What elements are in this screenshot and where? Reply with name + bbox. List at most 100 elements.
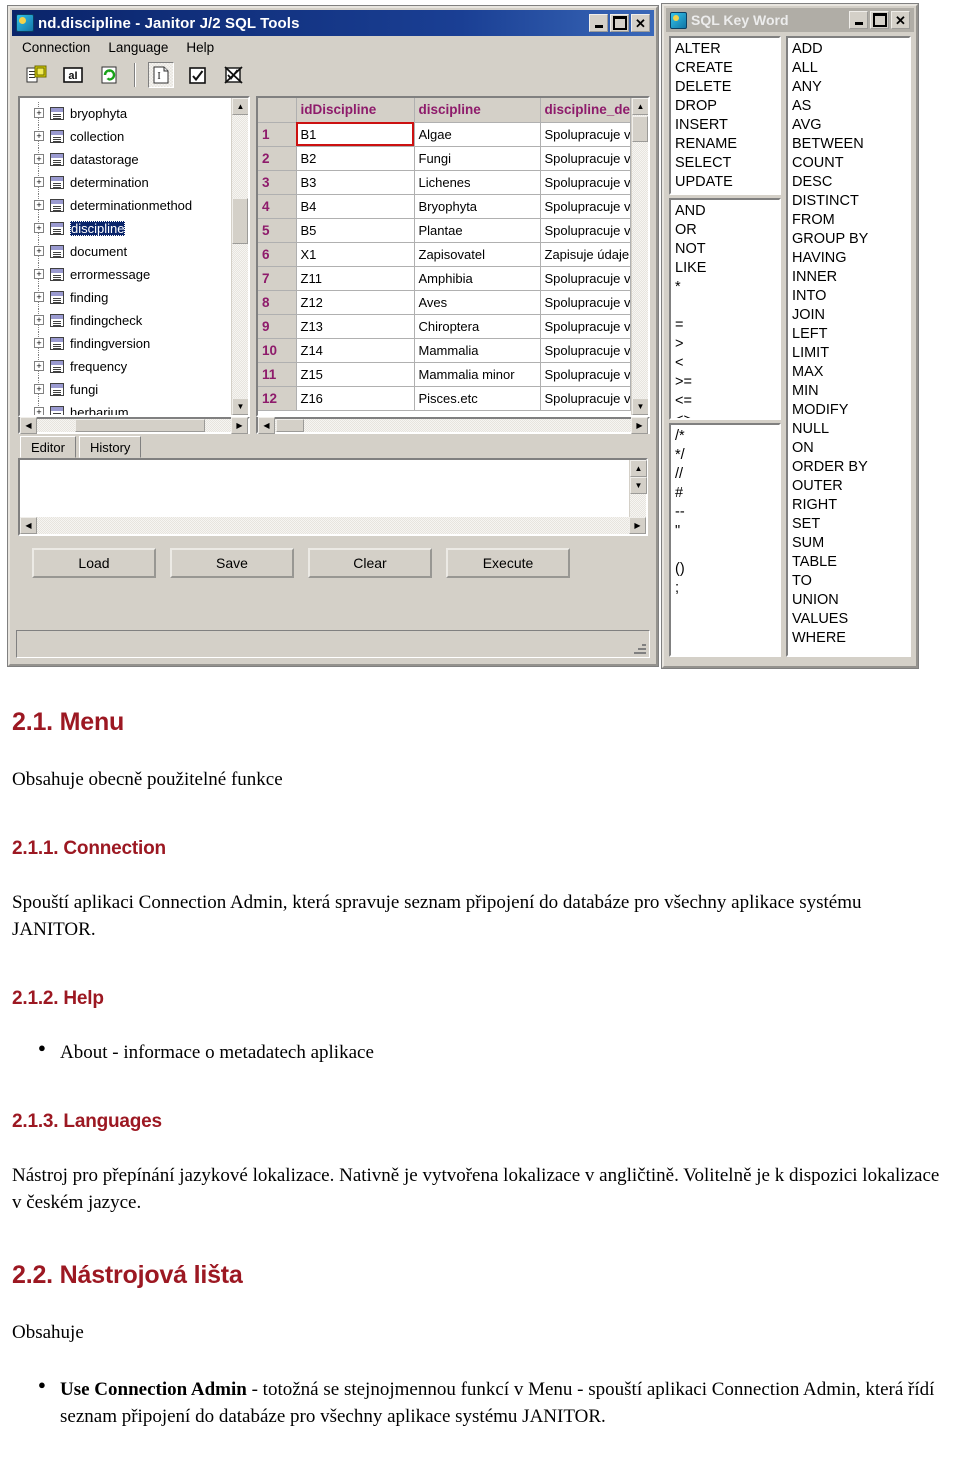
scroll-right-arrow[interactable]: ▶ <box>629 517 646 534</box>
keyword-close-button[interactable]: ✕ <box>891 11 910 29</box>
row-number[interactable]: 4 <box>258 194 297 219</box>
tree-vertical-scrollbar[interactable]: ▲ ▼ <box>231 98 248 415</box>
symbol-item[interactable]: ; <box>675 579 775 598</box>
symbol-item[interactable]: /* <box>675 427 775 446</box>
keyword-item[interactable]: LEFT <box>792 325 905 344</box>
tree-item-finding[interactable]: + finding <box>24 286 231 309</box>
operator-item[interactable]: = <box>675 316 775 335</box>
tree-item-frequency[interactable]: + frequency <box>24 355 231 378</box>
grid-cell[interactable]: Spolupracuje v <box>540 194 631 219</box>
operator-item[interactable] <box>675 297 775 316</box>
keyword-item[interactable]: AVG <box>792 116 905 135</box>
tree-item-datastorage[interactable]: + datastorage <box>24 148 231 171</box>
sql-keywords-list[interactable]: ADD ALL ANY AS AVG BETWEEN COUNT DESC DI… <box>786 36 911 657</box>
keyword-item[interactable]: OUTER <box>792 477 905 496</box>
row-number[interactable]: 3 <box>258 170 297 195</box>
cancel-check-icon[interactable] <box>220 62 246 88</box>
grid-cell[interactable]: B1 <box>296 122 415 147</box>
scroll-right-arrow[interactable]: ▶ <box>231 417 248 434</box>
scroll-down-arrow[interactable]: ▼ <box>632 398 648 415</box>
row-number[interactable]: 9 <box>258 314 297 339</box>
grid-corner-cell[interactable] <box>258 98 297 123</box>
row-number[interactable]: 6 <box>258 242 297 267</box>
keyword-item[interactable]: ALL <box>792 59 905 78</box>
keyword-item[interactable]: AS <box>792 97 905 116</box>
symbol-item[interactable]: " <box>675 522 775 541</box>
grid-cell[interactable]: B3 <box>296 170 415 195</box>
keyword-item[interactable]: RIGHT <box>792 496 905 515</box>
minimize-button[interactable] <box>589 14 608 32</box>
operator-item[interactable]: > <box>675 335 775 354</box>
tab-history[interactable]: History <box>78 436 142 458</box>
keyword-item[interactable]: ANY <box>792 78 905 97</box>
grid-cell[interactable]: Z13 <box>296 314 415 339</box>
row-number[interactable]: 11 <box>258 362 297 387</box>
expander-icon[interactable]: + <box>34 361 44 371</box>
keyword-item[interactable]: TABLE <box>792 553 905 572</box>
grid-cell[interactable]: B2 <box>296 146 415 171</box>
column-header-iddiscipline[interactable]: idDiscipline <box>296 98 415 123</box>
refresh-icon[interactable] <box>96 62 122 88</box>
column-header-discipline-de[interactable]: discipline_de <box>540 98 631 123</box>
keyword-item[interactable]: SET <box>792 515 905 534</box>
table-row[interactable]: 1 B1 Algae Spolupracuje v <box>258 122 631 147</box>
scroll-thumb[interactable] <box>232 198 248 244</box>
keyword-minimize-button[interactable] <box>849 11 868 29</box>
table-row[interactable]: 4 B4 Bryophyta Spolupracuje v <box>258 194 631 219</box>
expander-icon[interactable]: + <box>34 131 44 141</box>
editor-vertical-scrollbar[interactable]: ▲ ▼ <box>629 460 647 517</box>
keyword-item[interactable]: DROP <box>675 97 775 116</box>
grid-cell[interactable]: Spolupracuje v <box>540 338 631 363</box>
operator-item[interactable]: LIKE <box>675 259 775 278</box>
grid-cell[interactable]: Pisces.etc <box>414 386 541 411</box>
keyword-item[interactable]: VALUES <box>792 610 905 629</box>
tree-item-determination[interactable]: + determination <box>24 171 231 194</box>
grid-cell[interactable]: Spolupracuje v <box>540 266 631 291</box>
grid-cell[interactable]: Z12 <box>296 290 415 315</box>
grid-cell[interactable]: Spolupracuje v <box>540 218 631 243</box>
resize-grip-icon[interactable] <box>632 641 646 655</box>
row-number[interactable]: 7 <box>258 266 297 291</box>
keyword-item[interactable]: DISTINCT <box>792 192 905 211</box>
menu-help[interactable]: Help <box>186 40 214 55</box>
symbol-item[interactable]: () <box>675 560 775 579</box>
grid-cell[interactable]: Z11 <box>296 266 415 291</box>
symbol-item[interactable]: -- <box>675 503 775 522</box>
row-number[interactable]: 1 <box>258 122 297 147</box>
operator-item[interactable]: NOT <box>675 240 775 259</box>
clear-button[interactable]: Clear <box>308 548 432 578</box>
tree-item-bryophyta[interactable]: + bryophyta <box>24 102 231 125</box>
keyword-item[interactable]: LIMIT <box>792 344 905 363</box>
row-number[interactable]: 2 <box>258 146 297 171</box>
editor-horizontal-scrollbar[interactable]: ◀ ▶ <box>20 517 646 534</box>
expander-icon[interactable]: + <box>34 315 44 325</box>
keyword-item[interactable]: MAX <box>792 363 905 382</box>
grid-cell[interactable]: Aves <box>414 290 541 315</box>
grid-cell[interactable]: Algae <box>414 122 541 147</box>
expander-icon[interactable]: + <box>34 200 44 210</box>
operator-item[interactable]: AND <box>675 202 775 221</box>
table-row[interactable]: 3 B3 Lichenes Spolupracuje v <box>258 170 631 195</box>
operator-item[interactable]: * <box>675 278 775 297</box>
menu-connection[interactable]: Connection <box>22 40 90 55</box>
keyword-item[interactable]: ORDER BY <box>792 458 905 477</box>
operator-item[interactable]: < <box>675 354 775 373</box>
keyword-item[interactable]: UPDATE <box>675 173 775 192</box>
table-row[interactable]: 5 B5 Plantae Spolupracuje v <box>258 218 631 243</box>
tree-item-herbarium[interactable]: + herbarium <box>24 401 231 415</box>
grid-cell[interactable]: Plantae <box>414 218 541 243</box>
row-number[interactable]: 10 <box>258 338 297 363</box>
grid-cell[interactable]: Lichenes <box>414 170 541 195</box>
grid-cell[interactable]: Zapisovatel <box>414 242 541 267</box>
symbol-item[interactable]: # <box>675 484 775 503</box>
sql-symbols-list[interactable]: /* */ // # -- " () ; <box>669 422 781 657</box>
keyword-item[interactable]: MODIFY <box>792 401 905 420</box>
table-row[interactable]: 6 X1 Zapisovatel Zapisuje údaje <box>258 242 631 267</box>
row-number[interactable]: 5 <box>258 218 297 243</box>
scroll-down-arrow[interactable]: ▼ <box>232 398 248 415</box>
grid-cell[interactable]: Bryophyta <box>414 194 541 219</box>
grid-cell[interactable]: Spolupracuje v <box>540 290 631 315</box>
expander-icon[interactable]: + <box>34 384 44 394</box>
keyword-item[interactable]: NULL <box>792 420 905 439</box>
scroll-up-arrow[interactable]: ▲ <box>232 98 248 115</box>
